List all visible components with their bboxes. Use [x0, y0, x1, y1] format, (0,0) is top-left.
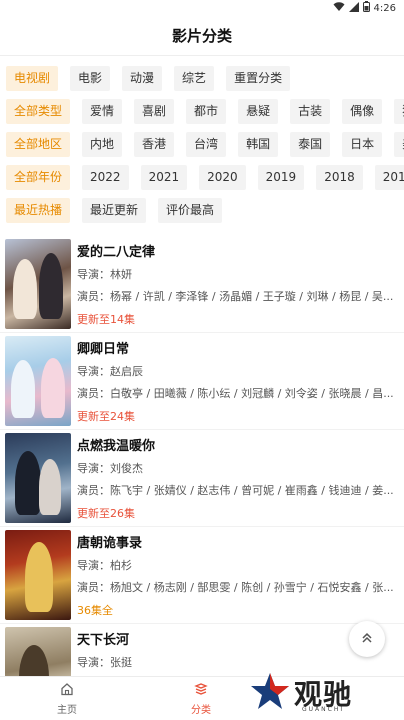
chip-tv[interactable]: 电视剧 — [6, 65, 59, 91]
list-item-info: 爱的二八定律 导演：林妍 演员：杨幂 / 许凯 / 李泽锋 / 汤晶媚 / 王子… — [77, 236, 404, 332]
show-director: 导演：赵启辰 — [77, 365, 143, 378]
chip-year[interactable]: 2020 — [199, 164, 246, 190]
show-title[interactable]: 唐朝诡事录 — [77, 533, 404, 555]
reset-filter-button[interactable]: 重置分类 — [226, 65, 291, 91]
status-time: 4:26 — [373, 2, 396, 14]
episode-status: 更新至14集 — [77, 313, 135, 326]
chip-genre[interactable]: 悬疑 — [238, 98, 279, 124]
chip-year[interactable]: 2022 — [82, 164, 129, 190]
show-cast: 演员：陈飞宇 / 张婧仪 / 赵志伟 / 曾可妮 / 崔雨鑫 / 钱迪迪 / 姜… — [77, 484, 394, 497]
episode-status: 36集全 — [77, 604, 113, 617]
chip-anime[interactable]: 动漫 — [122, 65, 163, 91]
show-list: 爱的二八定律 导演：林妍 演员：杨幂 / 许凯 / 李泽锋 / 汤晶媚 / 王子… — [0, 236, 404, 720]
chip-variety[interactable]: 综艺 — [174, 65, 215, 91]
poster-image[interactable] — [5, 433, 71, 523]
signal-icon — [348, 1, 359, 15]
category-icon — [194, 682, 208, 699]
chip-genre-all[interactable]: 全部类型 — [6, 98, 71, 124]
filter-row-type: 电视剧 电影 动漫 综艺 重置分类 — [6, 62, 404, 94]
show-cast: 演员：杨旭文 / 杨志刚 / 郜思雯 / 陈创 / 孙雪宁 / 石悦安鑫 / 张… — [77, 581, 394, 594]
chip-genre[interactable]: 都市 — [186, 98, 227, 124]
show-title[interactable]: 卿卿日常 — [77, 339, 404, 361]
chip-year[interactable]: 2017 — [374, 164, 404, 190]
back-to-top-button[interactable] — [349, 621, 385, 657]
tab-home[interactable]: 主页 — [0, 677, 134, 720]
tab-category[interactable]: 分类 — [134, 677, 268, 720]
list-item-info: 点燃我温暖你 导演：刘俊杰 演员：陈飞宇 / 张婧仪 / 赵志伟 / 曾可妮 /… — [77, 430, 404, 526]
wifi-icon — [333, 1, 345, 15]
filter-row-sort: 最近热播 最近更新 评价最高 — [6, 194, 404, 226]
show-title[interactable]: 爱的二八定律 — [77, 242, 404, 264]
double-chevron-up-icon — [360, 630, 374, 649]
chip-region[interactable]: 香港 — [134, 131, 175, 157]
episode-status: 更新至26集 — [77, 507, 135, 520]
show-title[interactable]: 点燃我温暖你 — [77, 436, 404, 458]
show-director: 导演：柏杉 — [77, 559, 132, 572]
chip-region[interactable]: 日本 — [342, 131, 383, 157]
chip-year-all[interactable]: 全部年份 — [6, 164, 71, 190]
status-bar: 4:26 — [0, 0, 404, 16]
list-item[interactable]: 卿卿日常 导演：赵启辰 演员：白敬亭 / 田曦薇 / 陈小纭 / 刘冠麟 / 刘… — [0, 333, 404, 430]
home-icon — [60, 682, 74, 699]
chip-year[interactable]: 2018 — [316, 164, 363, 190]
chip-region[interactable]: 台湾 — [186, 131, 227, 157]
chip-region[interactable]: 内地 — [82, 131, 123, 157]
watermark-logo: 观驰 GUANCHI — [250, 668, 400, 718]
episode-status: 更新至24集 — [77, 410, 135, 423]
chip-region[interactable]: 泰国 — [290, 131, 331, 157]
list-item-info: 卿卿日常 导演：赵启辰 演员：白敬亭 / 田曦薇 / 陈小纭 / 刘冠麟 / 刘… — [77, 333, 404, 429]
chip-region-all[interactable]: 全部地区 — [6, 131, 71, 157]
show-cast: 演员：杨幂 / 许凯 / 李泽锋 / 汤晶媚 / 王子璇 / 刘琳 / 杨昆 /… — [77, 290, 394, 303]
chip-genre[interactable]: 犯罪 — [394, 98, 404, 124]
tab-home-label: 主页 — [57, 704, 77, 716]
list-item[interactable]: 点燃我温暖你 导演：刘俊杰 演员：陈飞宇 / 张婧仪 / 赵志伟 / 曾可妮 /… — [0, 430, 404, 527]
list-item-info: 唐朝诡事录 导演：柏杉 演员：杨旭文 / 杨志刚 / 郜思雯 / 陈创 / 孙雪… — [77, 527, 404, 623]
chip-genre[interactable]: 喜剧 — [134, 98, 175, 124]
chip-year[interactable]: 2019 — [257, 164, 305, 190]
page-title: 影片分类 — [0, 16, 404, 56]
poster-image[interactable] — [5, 336, 71, 426]
chip-genre[interactable]: 古装 — [290, 98, 331, 124]
tab-category-label: 分类 — [191, 704, 211, 716]
filter-row-year: 全部年份 2022 2021 2020 2019 2018 2017 2016 — [6, 161, 404, 193]
star-logo-icon — [250, 671, 290, 715]
poster-image[interactable] — [5, 239, 71, 329]
chip-genre[interactable]: 爱情 — [82, 98, 123, 124]
show-director: 导演：刘俊杰 — [77, 462, 143, 475]
chip-year[interactable]: 2021 — [140, 164, 188, 190]
chip-region[interactable]: 韩国 — [238, 131, 279, 157]
chip-sort-latest[interactable]: 最近更新 — [82, 197, 147, 223]
poster-image[interactable] — [5, 530, 71, 620]
chip-region[interactable]: 美国 — [394, 131, 404, 157]
filter-panel: 电视剧 电影 动漫 综艺 重置分类 全部类型 爱情 喜剧 都市 悬疑 古装 偶像… — [0, 56, 404, 226]
battery-icon — [362, 1, 370, 15]
chip-genre[interactable]: 偶像 — [342, 98, 383, 124]
list-item[interactable]: 唐朝诡事录 导演：柏杉 演员：杨旭文 / 杨志刚 / 郜思雯 / 陈创 / 孙雪… — [0, 527, 404, 624]
chip-sort-hot[interactable]: 最近热播 — [6, 197, 71, 223]
chip-movie[interactable]: 电影 — [70, 65, 111, 91]
filter-row-genre: 全部类型 爱情 喜剧 都市 悬疑 古装 偶像 犯罪 — [6, 95, 404, 127]
watermark-sub: GUANCHI — [302, 706, 345, 713]
show-cast: 演员：白敬亭 / 田曦薇 / 陈小纭 / 刘冠麟 / 刘令姿 / 张晓晨 / 昌… — [77, 387, 394, 400]
chip-sort-rating[interactable]: 评价最高 — [158, 197, 223, 223]
filter-row-region: 全部地区 内地 香港 台湾 韩国 泰国 日本 美国 — [6, 128, 404, 160]
show-director: 导演：林妍 — [77, 268, 132, 281]
list-item[interactable]: 爱的二八定律 导演：林妍 演员：杨幂 / 许凯 / 李泽锋 / 汤晶媚 / 王子… — [0, 236, 404, 333]
